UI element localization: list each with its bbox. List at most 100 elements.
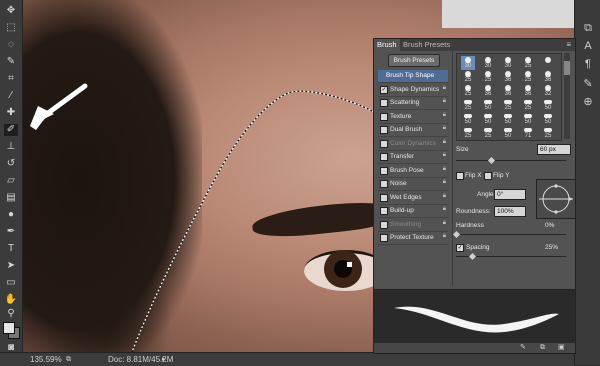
quick-select-tool-icon[interactable]: ✎ [4, 56, 18, 68]
lock-icon[interactable]: 🔒︎ [443, 98, 446, 105]
option-checkbox[interactable] [380, 112, 388, 121]
brush-tip-cell[interactable]: 50 [501, 112, 515, 126]
size-slider-knob[interactable] [487, 156, 496, 165]
brush-grid-scrollbar[interactable] [564, 53, 570, 139]
hand-tool-icon[interactable]: ✋ [4, 294, 18, 306]
eraser-tool-icon[interactable]: ▱ [4, 175, 18, 187]
option-checkbox[interactable] [380, 126, 388, 134]
eyedropper-tool-icon[interactable]: ⁄ [4, 90, 18, 102]
brush-presets-button[interactable]: Brush Presets [388, 54, 440, 67]
clone-source-icon[interactable]: ⊕ [582, 96, 594, 108]
flip-x-checkbox[interactable] [456, 172, 464, 180]
brush-tip-grid[interactable]: 30 30 30 25 25 25 36 25 36 25 36 36 36 32 25 50 25 25 50 50… [456, 53, 562, 141]
flip-y-checkbox[interactable] [484, 172, 492, 180]
brush-option-shape-dynamics[interactable]: ✓ Shape Dynamics 🔒︎ [378, 84, 448, 97]
lasso-tool-icon[interactable]: ◌ [4, 39, 18, 51]
option-checkbox[interactable] [380, 139, 388, 148]
brush-tip-cell[interactable]: 36 [501, 70, 515, 84]
lock-icon[interactable]: 🔒︎ [443, 139, 446, 146]
shape-tool-icon[interactable]: ▭ [4, 277, 18, 289]
brush-option-noise[interactable]: Noise 🔒︎ [378, 178, 448, 191]
type-tool-icon[interactable]: T [4, 243, 18, 255]
lock-icon[interactable]: 🔒︎ [443, 220, 446, 227]
option-checkbox[interactable]: ✓ [380, 85, 388, 94]
option-checkbox[interactable] [380, 99, 388, 107]
zoom-level[interactable]: 135.59% [30, 353, 62, 366]
zoom-tool-icon[interactable]: ⚲ [4, 308, 18, 320]
character-panel-icon[interactable]: A [582, 40, 594, 52]
spacing-checkbox[interactable]: ✓ [456, 244, 464, 252]
clone-stamp-tool-icon[interactable]: ⊥ [4, 141, 18, 153]
hardness-slider-track[interactable] [456, 234, 566, 235]
lock-icon[interactable]: 🔒︎ [443, 166, 446, 173]
brush-option-wet-edges[interactable]: Wet Edges 🔒︎ [378, 192, 448, 205]
brush-tip-cell[interactable]: 50 [481, 98, 495, 112]
angle-roundness-widget[interactable] [536, 179, 576, 219]
lock-icon[interactable]: 🔒︎ [443, 85, 446, 92]
brush-option-brush-tip-shape[interactable]: Brush Tip Shape [378, 70, 448, 83]
export-icon[interactable]: ⧉ [66, 353, 71, 366]
brush-tool-icon[interactable]: ✐ [4, 124, 18, 136]
brush-tip-cell[interactable]: 25 [521, 98, 535, 112]
pen-tool-icon[interactable]: ✒ [4, 226, 18, 238]
brush-tip-cell[interactable]: 36 [481, 84, 495, 98]
hardness-slider-knob[interactable] [452, 230, 461, 239]
brush-tip-cell[interactable]: 25 [461, 98, 475, 112]
brush-tip-cell[interactable]: 25 [481, 70, 495, 84]
lock-icon[interactable]: 🔒︎ [443, 233, 446, 240]
path-select-tool-icon[interactable]: ➤ [4, 260, 18, 272]
lock-icon[interactable]: 🔒︎ [443, 152, 446, 159]
history-brush-tool-icon[interactable]: ↺ [4, 158, 18, 170]
brush-tip-cell[interactable]: 25 [461, 70, 475, 84]
brush-tip-cell[interactable]: 50 [541, 112, 555, 126]
lock-icon[interactable]: 🔒︎ [443, 206, 446, 213]
brush-option-dual-brush[interactable]: Dual Brush 🔒︎ [378, 124, 448, 137]
gradient-tool-icon[interactable]: ▤ [4, 192, 18, 204]
brush-tip-cell[interactable]: 50 [481, 112, 495, 126]
panel-menu-icon[interactable]: ≡ [566, 40, 571, 50]
brush-tip-cell[interactable]: 71 [521, 126, 535, 140]
brush-tip-cell[interactable]: 25 [521, 70, 535, 84]
brush-panel-icon[interactable]: ✎ [582, 78, 594, 90]
option-checkbox[interactable] [380, 207, 388, 215]
brush-tip-cell[interactable]: 25 [541, 126, 555, 140]
toggle-preview-icon[interactable]: ✎ [520, 343, 526, 353]
option-checkbox[interactable] [380, 166, 388, 175]
angle-field[interactable]: 0° [494, 189, 526, 200]
brush-option-scattering[interactable]: Scattering 🔒︎ [378, 97, 448, 110]
foreground-color-swatch[interactable] [3, 322, 15, 334]
hardness-field[interactable]: 0% [542, 220, 571, 231]
history-panel-icon[interactable]: ⧉ [582, 22, 594, 34]
brush-tip-cell[interactable]: 25 [521, 56, 535, 70]
brush-tip-cell[interactable]: 25 [461, 126, 475, 140]
brush-option-texture[interactable]: Texture 🔒︎ [378, 111, 448, 124]
marquee-tool-icon[interactable]: ⬚ [4, 22, 18, 34]
move-tool-icon[interactable]: ✥ [4, 5, 18, 17]
tab-brush-presets[interactable]: Brush Presets [400, 39, 453, 51]
lock-icon[interactable]: 🔒︎ [443, 179, 446, 186]
brush-tip-cell[interactable]: 36 [541, 70, 555, 84]
brush-option-smoothing[interactable]: Smoothing 🔒︎ [378, 219, 448, 232]
brush-tip-cell[interactable]: 25 [501, 98, 515, 112]
lock-icon[interactable]: 🔒︎ [443, 193, 446, 200]
brush-option-transfer[interactable]: Transfer 🔒︎ [378, 151, 448, 164]
brush-tip-cell[interactable]: 50 [501, 126, 515, 140]
create-new-brush-icon[interactable]: ⧉ [540, 343, 545, 353]
brush-option-color-dynamics[interactable]: Color Dynamics 🔒︎ [378, 138, 448, 151]
option-checkbox[interactable] [380, 180, 388, 188]
brush-tip-cell[interactable]: 30 [461, 56, 475, 70]
size-field[interactable]: 60 px [537, 144, 571, 155]
option-checkbox[interactable] [380, 220, 388, 229]
healing-brush-tool-icon[interactable]: ✚ [4, 107, 18, 119]
lock-icon[interactable]: 🔒︎ [443, 125, 446, 132]
brush-tip-cell[interactable]: 30 [501, 56, 515, 70]
dodge-tool-icon[interactable]: ● [4, 209, 18, 221]
option-checkbox[interactable] [380, 193, 388, 202]
brush-tip-cell[interactable]: 25 [461, 84, 475, 98]
brush-option-protect-texture[interactable]: Protect Texture 🔒︎ [378, 232, 448, 245]
option-checkbox[interactable] [380, 234, 388, 242]
new-preset-icon[interactable]: ▣ [558, 343, 565, 353]
tab-brush[interactable]: Brush [374, 39, 400, 51]
brush-tip-cell[interactable]: 50 [521, 112, 535, 126]
brush-option-build-up[interactable]: Build-up 🔒︎ [378, 205, 448, 218]
